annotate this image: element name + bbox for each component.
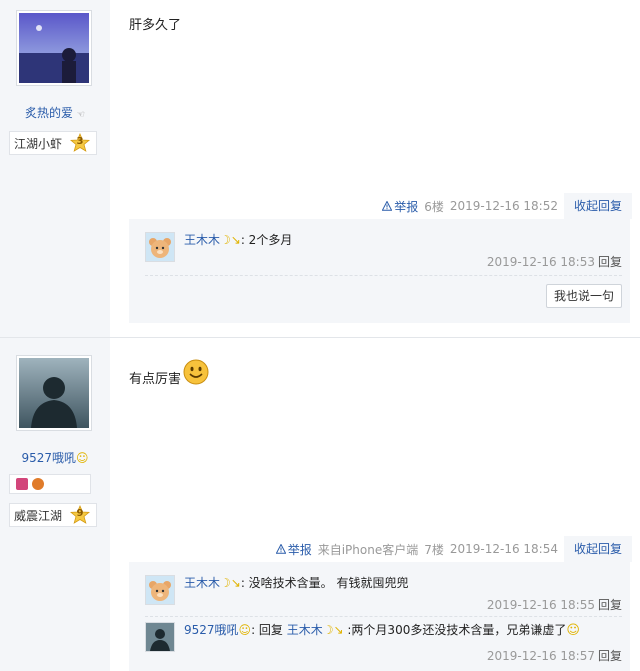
reply-text: 王木木☽↘: 2个多月 (184, 231, 292, 248)
emoji-icon: ☺ (76, 451, 89, 465)
reply-body: : 2个多月 (240, 233, 293, 247)
bear-avatar-icon (146, 576, 174, 604)
report-text[interactable]: 举报 (288, 541, 312, 558)
flower-badge-icon (16, 478, 28, 490)
report-link[interactable]: 举报 (382, 198, 418, 215)
post-floor-6: 炙热的爱 ☜ 江湖小虾 3 肝多久了 举报 6楼 2019-12-16 18:5… (0, 0, 640, 337)
reply-meta: 2019-12-16 18:57 回复 (487, 647, 622, 664)
person-avatar-icon (146, 623, 174, 651)
reply-body: :两个月300多还没技术含量，兄弟谦虚了 (343, 623, 567, 637)
report-link[interactable]: 举报 (275, 541, 312, 558)
post-content: 肝多久了 (129, 18, 182, 33)
reply-time: 2019-12-16 18:53 (486, 255, 595, 269)
user-rank-badge: 威震江湖 9 (9, 503, 97, 527)
warning-icon (382, 201, 393, 211)
reply-time: 2019-12-16 18:55 (486, 598, 595, 612)
user-badges (9, 474, 91, 494)
hand-icon: ☜ (76, 110, 85, 120)
reply-avatar[interactable] (145, 622, 175, 652)
reply-link[interactable]: 回复 (598, 649, 622, 663)
reply-prefix: : 回复 (251, 623, 287, 637)
report-text[interactable]: 举报 (394, 198, 418, 215)
reply-item: 王木木☽↘: 2个多月 2019-12-16 18:53 回复 (145, 227, 622, 276)
reply-item: 9527哦吼☺: 回复 王木木☽↘ :两个月300多还没技术含量，兄弟谦虚了☺ … (145, 617, 622, 667)
reply-username[interactable]: 9527哦吼 (184, 623, 239, 637)
reply-meta: 2019-12-16 18:53 回复 (487, 253, 622, 270)
reply-link[interactable]: 回复 (598, 255, 622, 269)
username-link[interactable]: 炙热的爱 ☜ (0, 104, 110, 121)
level-number: 9 (76, 508, 84, 519)
reply-text: 王木木☽↘: 没啥技术含量。 有钱就囤兜兜 (184, 574, 409, 591)
avatar-image (19, 13, 89, 83)
rank-title: 江湖小虾 (14, 136, 63, 151)
moon-icon: ☽↘ (220, 233, 241, 247)
reply-list: 王木木☽↘: 没啥技术含量。 有钱就囤兜兜 2019-12-16 18:55 回复… (129, 562, 630, 671)
reply-item: 王木木☽↘: 没啥技术含量。 有钱就囤兜兜 2019-12-16 18:55 回复 (145, 570, 622, 617)
level-number: 3 (76, 136, 84, 147)
post-floor-7: 9527哦吼☺ 威震江湖 9 有点厉害 举报 来自iPhone客户端 7楼 20… (0, 337, 640, 671)
user-avatar[interactable] (16, 355, 92, 431)
floor-number: 7楼 (424, 542, 444, 557)
reply-avatar[interactable] (145, 575, 175, 605)
user-rank-badge: 江湖小虾 3 (9, 131, 97, 155)
moon-icon: ☽↘ (220, 576, 241, 590)
avatar-image (19, 358, 89, 428)
floor-number: 6楼 (424, 199, 444, 214)
post-time: 2019-12-16 18:54 (449, 542, 558, 556)
client-source: 来自iPhone客户端 (317, 542, 419, 557)
reply-link[interactable]: 回复 (598, 598, 622, 612)
add-comment-button[interactable]: 我也说一句 (546, 284, 622, 308)
reply-time: 2019-12-16 18:57 (486, 649, 595, 663)
username-text[interactable]: 炙热的爱 (25, 106, 73, 120)
moon-icon: ☽↘ (322, 623, 344, 637)
reply-username[interactable]: 王木木 (184, 576, 220, 590)
post-time: 2019-12-16 18:52 (449, 199, 558, 213)
rank-title: 威震江湖 (14, 508, 63, 523)
smiley-emoji-icon (183, 359, 209, 384)
reply-avatar[interactable] (145, 232, 175, 262)
bear-avatar-icon (146, 233, 174, 261)
post-meta: 举报 6楼 2019-12-16 18:52 (382, 195, 558, 217)
smiley-emoji-icon: ☺ (566, 623, 580, 638)
username-text[interactable]: 9527哦吼 (21, 451, 76, 465)
level-star-icon: 3 (70, 133, 91, 153)
gamepad-badge-icon (32, 478, 44, 490)
collapse-replies-button[interactable]: 收起回复 (564, 536, 632, 562)
user-sidebar: 炙热的爱 ☜ 江湖小虾 3 (0, 0, 110, 337)
post-meta: 举报 来自iPhone客户端 7楼 2019-12-16 18:54 (275, 538, 558, 560)
collapse-replies-button[interactable]: 收起回复 (564, 193, 632, 219)
reply-text: 9527哦吼☺: 回复 王木木☽↘ :两个月300多还没技术含量，兄弟谦虚了☺ (184, 621, 580, 638)
post-content: 有点厉害 (129, 359, 209, 387)
user-avatar[interactable] (16, 10, 92, 86)
username-link[interactable]: 9527哦吼☺ (0, 449, 110, 466)
reply-meta: 2019-12-16 18:55 回复 (487, 596, 622, 613)
reply-list: 王木木☽↘: 2个多月 2019-12-16 18:53 回复 我也说一句 (129, 219, 630, 323)
post-text: 有点厉害 (129, 372, 182, 387)
warning-icon (275, 544, 286, 554)
reply-target-username[interactable]: 王木木 (287, 623, 323, 637)
reply-username[interactable]: 王木木 (184, 233, 220, 247)
reply-body: : 没啥技术含量。 有钱就囤兜兜 (240, 576, 409, 590)
emoji-icon: ☺ (238, 623, 252, 637)
user-sidebar: 9527哦吼☺ 威震江湖 9 (0, 338, 110, 671)
level-star-icon: 9 (70, 505, 91, 525)
